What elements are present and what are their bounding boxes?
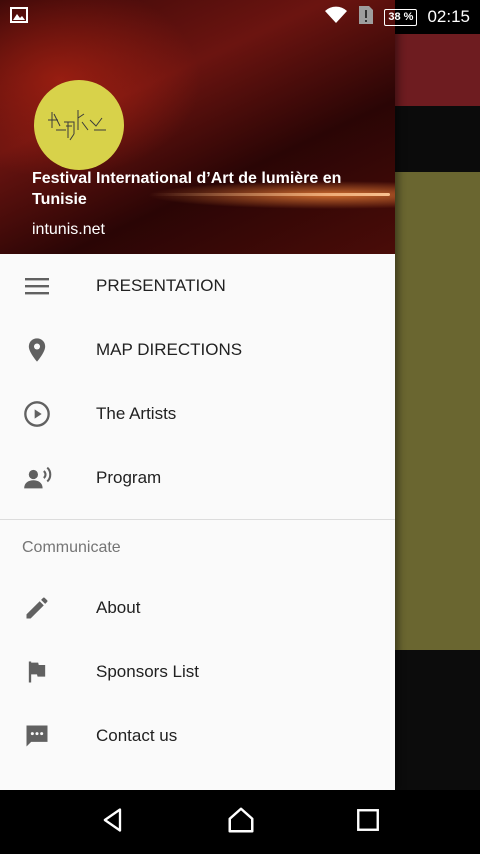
menu-item-label: Sponsors List xyxy=(96,662,199,681)
message-icon xyxy=(0,722,96,750)
system-nav-bar xyxy=(0,790,480,854)
menu-item-program[interactable]: Program xyxy=(0,446,395,510)
drawer-menu: PRESENTATION MAP DIRECTIONS The Artists … xyxy=(0,254,395,768)
festival-logo-icon xyxy=(48,110,106,141)
back-icon[interactable] xyxy=(99,806,127,839)
menu-item-about[interactable]: About xyxy=(0,576,395,640)
home-icon[interactable] xyxy=(226,805,256,840)
menu-lines-icon xyxy=(0,274,96,298)
header-title: Festival International d’Art de lumière … xyxy=(32,170,342,208)
menu-item-sponsors-list[interactable]: Sponsors List xyxy=(0,640,395,704)
menu-item-label: Contact us xyxy=(96,726,178,745)
menu-item-label: Program xyxy=(96,468,162,487)
menu-item-the-artists[interactable]: The Artists xyxy=(0,382,395,446)
wifi-icon xyxy=(324,6,348,29)
status-clock: 02:15 xyxy=(427,7,470,26)
festival-logo-avatar[interactable] xyxy=(34,80,124,170)
header-subtitle: intunis.net xyxy=(32,221,105,238)
menu-item-label: MAP DIRECTIONS xyxy=(96,340,243,359)
section-title-communicate: Communicate xyxy=(22,539,121,556)
record-voice-icon xyxy=(0,464,96,492)
menu-item-label: About xyxy=(96,598,141,617)
pencil-icon xyxy=(0,594,96,622)
status-bar: 38 % 02:15 xyxy=(0,0,480,34)
menu-item-presentation[interactable]: PRESENTATION xyxy=(0,254,395,318)
drawer-header: Festival International d’Art de lumière … xyxy=(0,0,395,254)
navigation-drawer: Festival International d’Art de lumière … xyxy=(0,0,395,790)
image-notification-icon xyxy=(10,6,28,28)
location-pin-icon xyxy=(0,336,96,364)
battery-indicator: 38 % xyxy=(384,8,418,26)
menu-item-label: The Artists xyxy=(96,404,177,423)
menu-item-map-directions[interactable]: MAP DIRECTIONS xyxy=(0,318,395,382)
sim-alert-icon xyxy=(358,5,374,30)
play-circle-icon xyxy=(0,400,96,428)
recents-icon[interactable] xyxy=(355,807,381,838)
menu-item-contact-us[interactable]: Contact us xyxy=(0,704,395,768)
menu-item-label: PRESENTATION xyxy=(96,276,226,295)
flag-icon xyxy=(0,658,96,686)
